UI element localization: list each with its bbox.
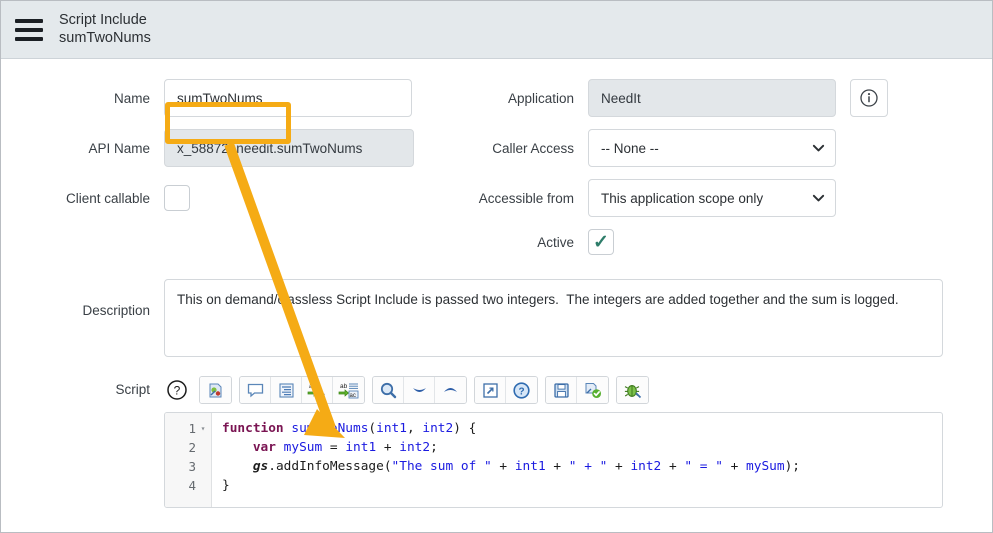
toolbar-group-debug: [616, 376, 649, 404]
toolbar-group-edit: ab ac ab ac: [239, 376, 365, 404]
code-line: var mySum = int1 + int2;: [222, 438, 800, 457]
format-indent-icon[interactable]: [271, 377, 302, 403]
replace-text-icon[interactable]: ab ac: [302, 377, 333, 403]
script-editor-code[interactable]: function sumTwoNums(int1, int2) { var my…: [212, 413, 800, 507]
editor-line-number: 2▾: [165, 438, 211, 457]
find-previous-up-icon[interactable]: [435, 377, 466, 403]
toolbar-group-find: [372, 376, 467, 404]
header-titles: Script Include sumTwoNums: [59, 12, 151, 46]
script-editor[interactable]: 1▾2▾3▾4▾ function sumTwoNums(int1, int2)…: [164, 412, 943, 508]
toolbar-group-macro: [199, 376, 232, 404]
open-fullscreen-icon[interactable]: [475, 377, 506, 403]
api-name-label: API Name: [1, 141, 164, 156]
description-label: Description: [1, 279, 164, 318]
editor-gutter: 1▾2▾3▾4▾: [165, 413, 212, 507]
api-name-input: x_58872_needit.sumTwoNums: [164, 129, 414, 167]
page-title: Script Include: [59, 12, 151, 29]
client-callable-label: Client callable: [1, 191, 164, 206]
editor-line-number: 1▾: [165, 419, 211, 438]
name-label: Name: [1, 91, 164, 106]
editor-line-number: 4▾: [165, 476, 211, 495]
active-label: Active: [414, 235, 588, 250]
name-input[interactable]: sumTwoNums: [164, 79, 412, 117]
svg-text:ab: ab: [340, 383, 348, 390]
svg-text:ac: ac: [350, 393, 356, 399]
info-circle-glyph: [859, 88, 879, 108]
code-fold-icon[interactable]: ▾: [199, 424, 207, 433]
search-magnifier-icon[interactable]: [373, 377, 404, 403]
script-label: Script: [1, 376, 164, 397]
app-header: Script Include sumTwoNums: [1, 1, 992, 59]
script-macro-icon[interactable]: [200, 377, 231, 403]
svg-text:ac: ac: [318, 392, 326, 399]
record-name: sumTwoNums: [59, 30, 151, 47]
caller-access-select[interactable]: -- None --: [588, 129, 836, 167]
debug-bug-icon[interactable]: [617, 377, 648, 403]
comment-bubble-icon[interactable]: [240, 377, 271, 403]
svg-text:?: ?: [174, 384, 181, 398]
help-blue-icon[interactable]: ?: [506, 377, 537, 403]
info-circle-icon[interactable]: [850, 79, 888, 117]
application-input: NeedIt: [588, 79, 836, 117]
editor-line-number: 3▾: [165, 457, 211, 476]
code-line: function sumTwoNums(int1, int2) {: [222, 419, 800, 438]
code-line: gs.addInfoMessage("The sum of " + int1 +…: [222, 457, 800, 476]
script-include-form-window: Script Include sumTwoNums Name sumTwoNum…: [0, 0, 993, 533]
hamburger-menu-icon[interactable]: [15, 19, 43, 41]
svg-text:?: ?: [518, 386, 524, 397]
save-floppy-icon[interactable]: [546, 377, 577, 403]
code-line: }: [222, 476, 800, 495]
caller-access-label: Caller Access: [414, 141, 588, 156]
replace-all-text-icon[interactable]: ab ac: [333, 377, 364, 403]
active-checkbox[interactable]: ✓: [588, 229, 614, 255]
accessible-from-select[interactable]: This application scope only: [588, 179, 836, 217]
form-body: Name sumTwoNums Application NeedIt API N…: [1, 79, 992, 508]
script-editor-toolbar: ?: [164, 376, 964, 404]
active-check-glyph: ✓: [593, 233, 609, 252]
accessible-from-label: Accessible from: [414, 191, 588, 206]
help-question-icon[interactable]: ?: [164, 377, 190, 403]
find-next-down-icon[interactable]: [404, 377, 435, 403]
svg-text:ab: ab: [309, 383, 317, 390]
description-textarea[interactable]: [164, 279, 943, 357]
toolbar-group-view: ?: [474, 376, 538, 404]
toolbar-group-save: [545, 376, 609, 404]
application-label: Application: [412, 91, 588, 106]
client-callable-checkbox[interactable]: [164, 185, 190, 211]
syntax-check-icon[interactable]: [577, 377, 608, 403]
